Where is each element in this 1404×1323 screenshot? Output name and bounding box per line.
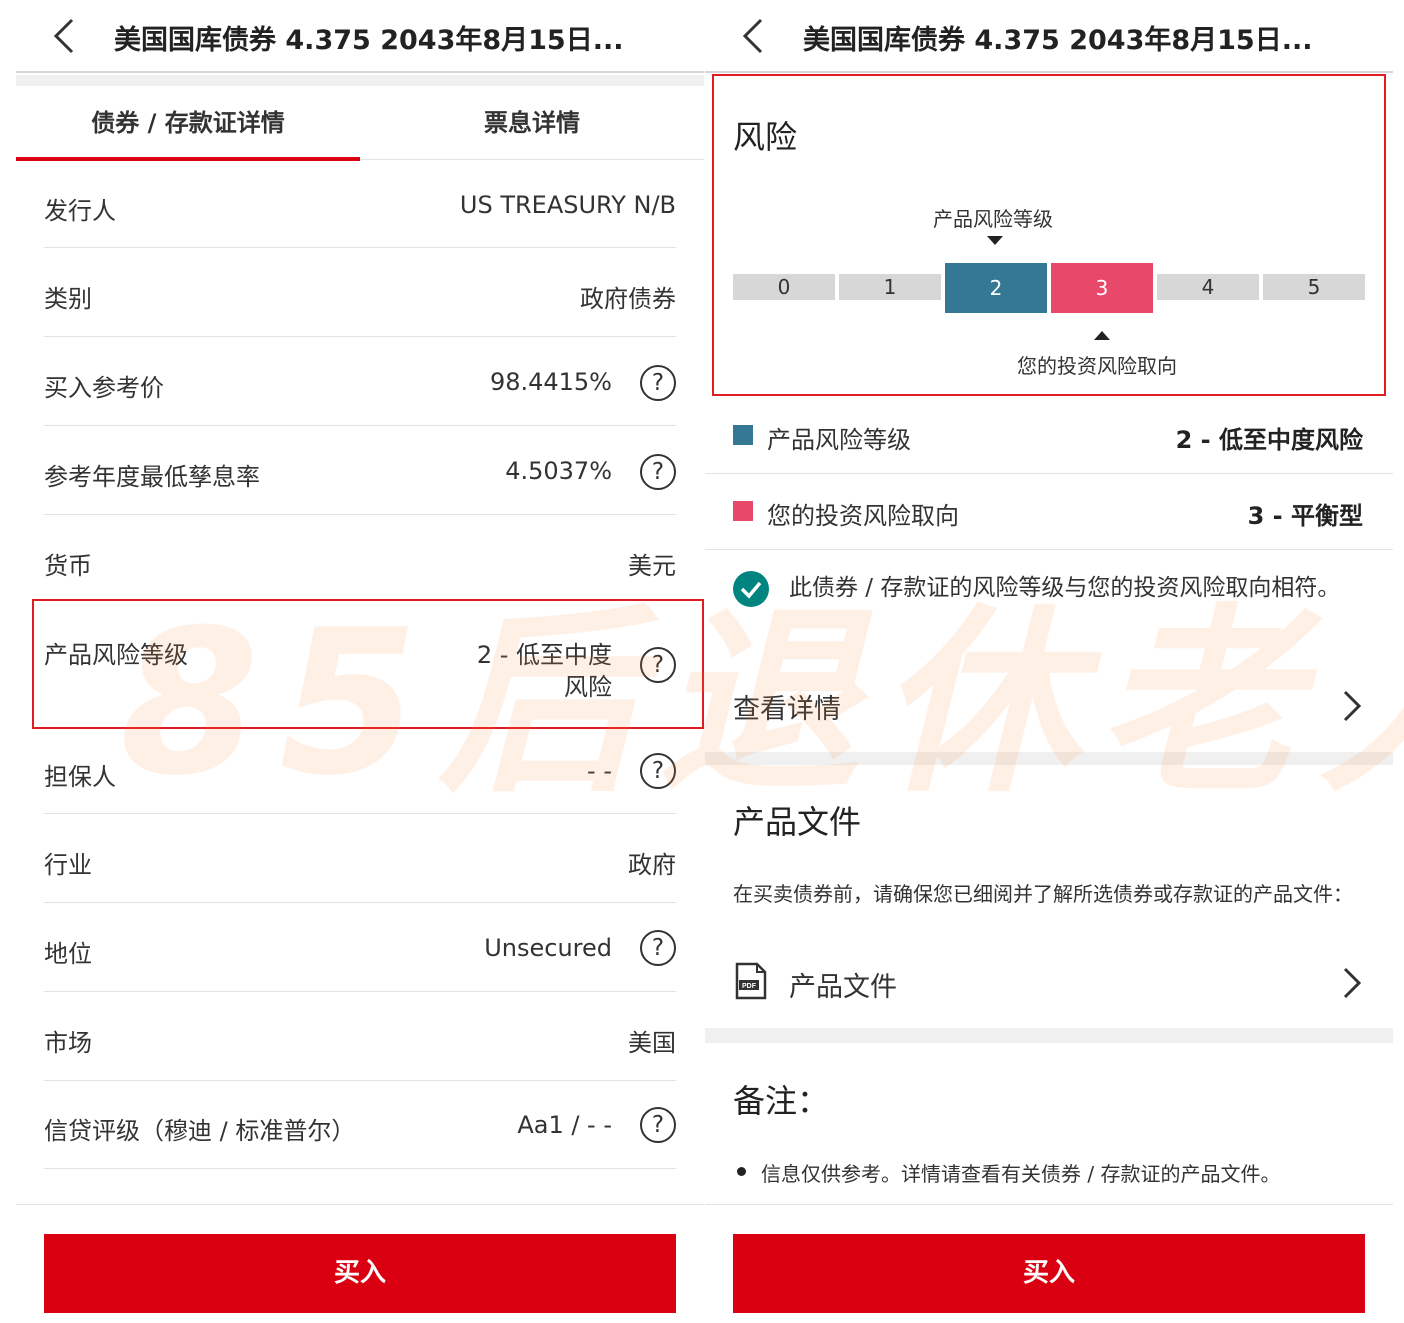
tab-bond-details[interactable]: 债券 / 存款证详情 [16, 86, 360, 161]
buy-price-value: 98.4415% [489, 368, 612, 396]
buy-price-label: 买入参考价 [44, 374, 164, 402]
category-label: 类别 [44, 285, 92, 313]
currency-label: 货币 [44, 552, 92, 580]
seniority-label: 地位 [44, 940, 92, 968]
divider [705, 1204, 1393, 1205]
risk-scale-segment: 2 [945, 263, 1047, 313]
risk-level-row: 产品风险等级 2 - 低至中度 风险 ? [44, 601, 676, 727]
min-yield-value: 4.5037% [505, 457, 612, 485]
chevron-left-icon [742, 18, 763, 54]
highlight-box [712, 74, 1386, 396]
risk-scale-segment: 5 [1263, 274, 1365, 300]
pdf-icon: PDF [735, 962, 767, 1000]
pdf-badge: PDF [742, 983, 757, 990]
bond-details-screen: 美国国库债券 4.375 2043年8月15日... 债券 / 存款证详情 票息… [16, 0, 704, 1323]
tab-coupon-details[interactable]: 票息详情 [360, 86, 704, 160]
product-risk-marker [987, 236, 1003, 245]
product-risk-legend: 产品风险等级 2 - 低至中度风险 [705, 398, 1393, 474]
risk-scale-segment: 0 [733, 274, 835, 300]
risk-level-label: 产品风险等级 [44, 641, 188, 669]
category-value: 政府债券 [580, 285, 676, 313]
risk-level-value-line2: 风险 [564, 673, 612, 701]
credit-rating-label: 信贷评级（穆迪 / 标准普尔） [44, 1117, 356, 1145]
guarantor-label: 担保人 [44, 763, 116, 791]
divider [705, 1028, 1393, 1043]
buy-button[interactable]: 买入 [733, 1234, 1365, 1313]
legend-label: 产品风险等级 [767, 426, 911, 454]
bullet [737, 1167, 746, 1176]
risk-scale-segment: 4 [1157, 274, 1259, 300]
industry-value: 政府 [628, 851, 676, 879]
user-risk-caption: 您的投资风险取向 [1017, 354, 1177, 378]
divider [16, 75, 704, 86]
credit-rating-row: 信贷评级（穆迪 / 标准普尔） Aa1 / - - ? [44, 1081, 676, 1169]
min-yield-label: 参考年度最低孳息率 [44, 463, 260, 491]
market-value: 美国 [628, 1029, 676, 1057]
user-risk-marker [1094, 331, 1110, 340]
currency-value: 美元 [628, 552, 676, 580]
user-risk-swatch [733, 501, 753, 521]
market-label: 市场 [44, 1029, 92, 1057]
guarantor-row: 担保人 - - ? [44, 729, 676, 814]
issuer-label: 发行人 [44, 197, 116, 225]
help-icon[interactable]: ? [640, 1107, 676, 1143]
user-risk-legend: 您的投资风险取向 3 - 平衡型 [705, 474, 1393, 550]
min-yield-row: 参考年度最低孳息率 4.5037% ? [44, 426, 676, 515]
chevron-right-icon [1343, 967, 1362, 999]
help-icon[interactable]: ? [640, 454, 676, 490]
credit-rating-value: Aa1 / - - [517, 1111, 612, 1139]
notes-title: 备注： [733, 1082, 830, 1120]
buy-button[interactable]: 买入 [44, 1234, 676, 1313]
issuer-value: US TREASURY N/B [459, 191, 676, 219]
top-bar: 美国国库债券 4.375 2043年8月15日... [16, 0, 704, 73]
risk-scale-segment: 3 [1051, 263, 1153, 313]
product-risk-caption: 产品风险等级 [933, 207, 1053, 231]
divider [705, 752, 1393, 765]
seniority-value: Unsecured [484, 934, 612, 962]
chevron-right-icon [1343, 690, 1362, 722]
note-item: 信息仅供参考。详情请查看有关债券 / 存款证的产品文件。 [761, 1162, 1281, 1186]
industry-row: 行业 政府 [44, 814, 676, 903]
product-risk-swatch [733, 425, 753, 445]
market-row: 市场 美国 [44, 992, 676, 1081]
page-title: 美国国库债券 4.375 2043年8月15日... [803, 25, 1313, 56]
risk-screen: 美国国库债券 4.375 2043年8月15日... 风险 产品风险等级 012… [705, 0, 1393, 1323]
view-details-link[interactable]: 查看详情 [705, 672, 1393, 742]
guarantor-value: - - [587, 757, 612, 785]
back-button[interactable] [735, 14, 771, 58]
page-title: 美国国库债券 4.375 2043年8月15日... [114, 25, 624, 56]
issuer-row: 发行人 US TREASURY N/B [44, 160, 676, 248]
risk-match-message: 此债券 / 存款证的风险等级与您的投资风险取向相符。 [789, 575, 1341, 601]
product-documents-link[interactable]: PDF 产品文件 [705, 948, 1393, 1018]
divider [16, 1204, 704, 1205]
legend-label: 您的投资风险取向 [767, 502, 959, 530]
help-icon[interactable]: ? [640, 647, 676, 683]
buy-price-row: 买入参考价 98.4415% ? [44, 337, 676, 426]
risk-level-value-line1: 2 - 低至中度 [476, 641, 612, 669]
help-icon[interactable]: ? [640, 753, 676, 789]
chevron-left-icon [53, 18, 74, 54]
check-circle-icon [733, 571, 769, 607]
currency-row: 货币 美元 [44, 515, 676, 601]
category-row: 类别 政府债券 [44, 248, 676, 337]
top-bar: 美国国库债券 4.375 2043年8月15日... [705, 0, 1393, 73]
documents-title: 产品文件 [733, 803, 862, 841]
seniority-row: 地位 Unsecured ? [44, 903, 676, 992]
view-details-label: 查看详情 [733, 694, 841, 725]
tab-bar: 债券 / 存款证详情 票息详情 [16, 86, 704, 161]
risk-title: 风险 [733, 118, 798, 156]
legend-value: 3 - 平衡型 [1247, 502, 1363, 530]
product-documents-label: 产品文件 [789, 972, 897, 1003]
help-icon[interactable]: ? [640, 365, 676, 401]
risk-scale-segment: 1 [839, 274, 941, 300]
help-icon[interactable]: ? [640, 930, 676, 966]
documents-description: 在买卖债券前，请确保您已细阅并了解所选债券或存款证的产品文件： [733, 882, 1353, 906]
industry-label: 行业 [44, 851, 92, 879]
legend-value: 2 - 低至中度风险 [1175, 426, 1363, 454]
back-button[interactable] [46, 14, 82, 58]
